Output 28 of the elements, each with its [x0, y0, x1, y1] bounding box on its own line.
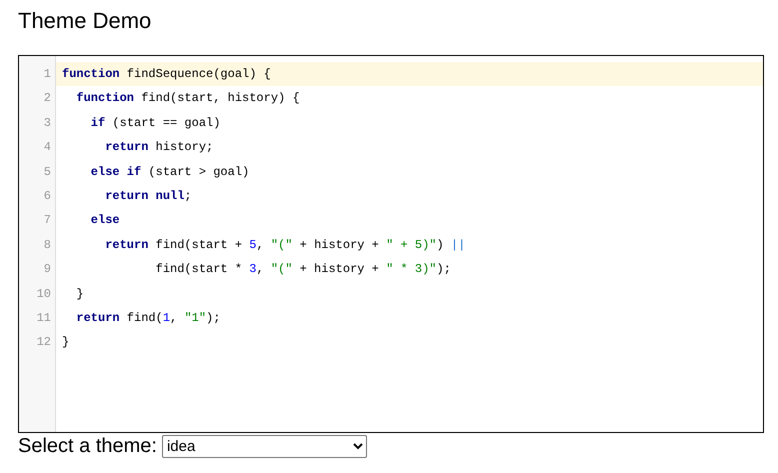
line-number: 11	[36, 310, 51, 325]
code-line: return find(1, "1");	[75, 310, 220, 325]
code-line: function findSequence(goal) {	[62, 67, 271, 81]
theme-label: Select a theme:	[18, 435, 157, 458]
code-editor[interactable]	[18, 55, 764, 433]
code-line: return find(start + 5, "(" + history + " + 5)") ||	[104, 238, 466, 252]
code-line: }	[62, 335, 70, 350]
code-line: }	[75, 286, 84, 301]
line-number: 6	[44, 188, 51, 203]
code-line: find(start * 3, "(" + history + " * 3)");	[154, 262, 451, 276]
code-line: return history;	[104, 140, 214, 154]
line-number: 5	[44, 164, 51, 179]
line-number: 7	[44, 213, 51, 228]
code-line: return null;	[104, 188, 192, 203]
code-line: if (start == goal)	[90, 116, 220, 130]
code-line: else if (start > goal)	[90, 164, 250, 179]
code-line: else	[90, 213, 120, 228]
line-number: 9	[44, 262, 51, 276]
page-title: Theme Demo	[18, 8, 152, 34]
line-number: 1	[44, 67, 51, 81]
code-line: function find(start, history) {	[75, 91, 300, 106]
line-number: 10	[36, 286, 51, 301]
theme-select[interactable]: idea	[162, 435, 367, 458]
line-number: 8	[44, 238, 51, 252]
line-number: 3	[44, 116, 51, 130]
line-number: 4	[44, 140, 51, 154]
line-number: 2	[44, 91, 51, 106]
line-number: 12	[36, 335, 51, 350]
